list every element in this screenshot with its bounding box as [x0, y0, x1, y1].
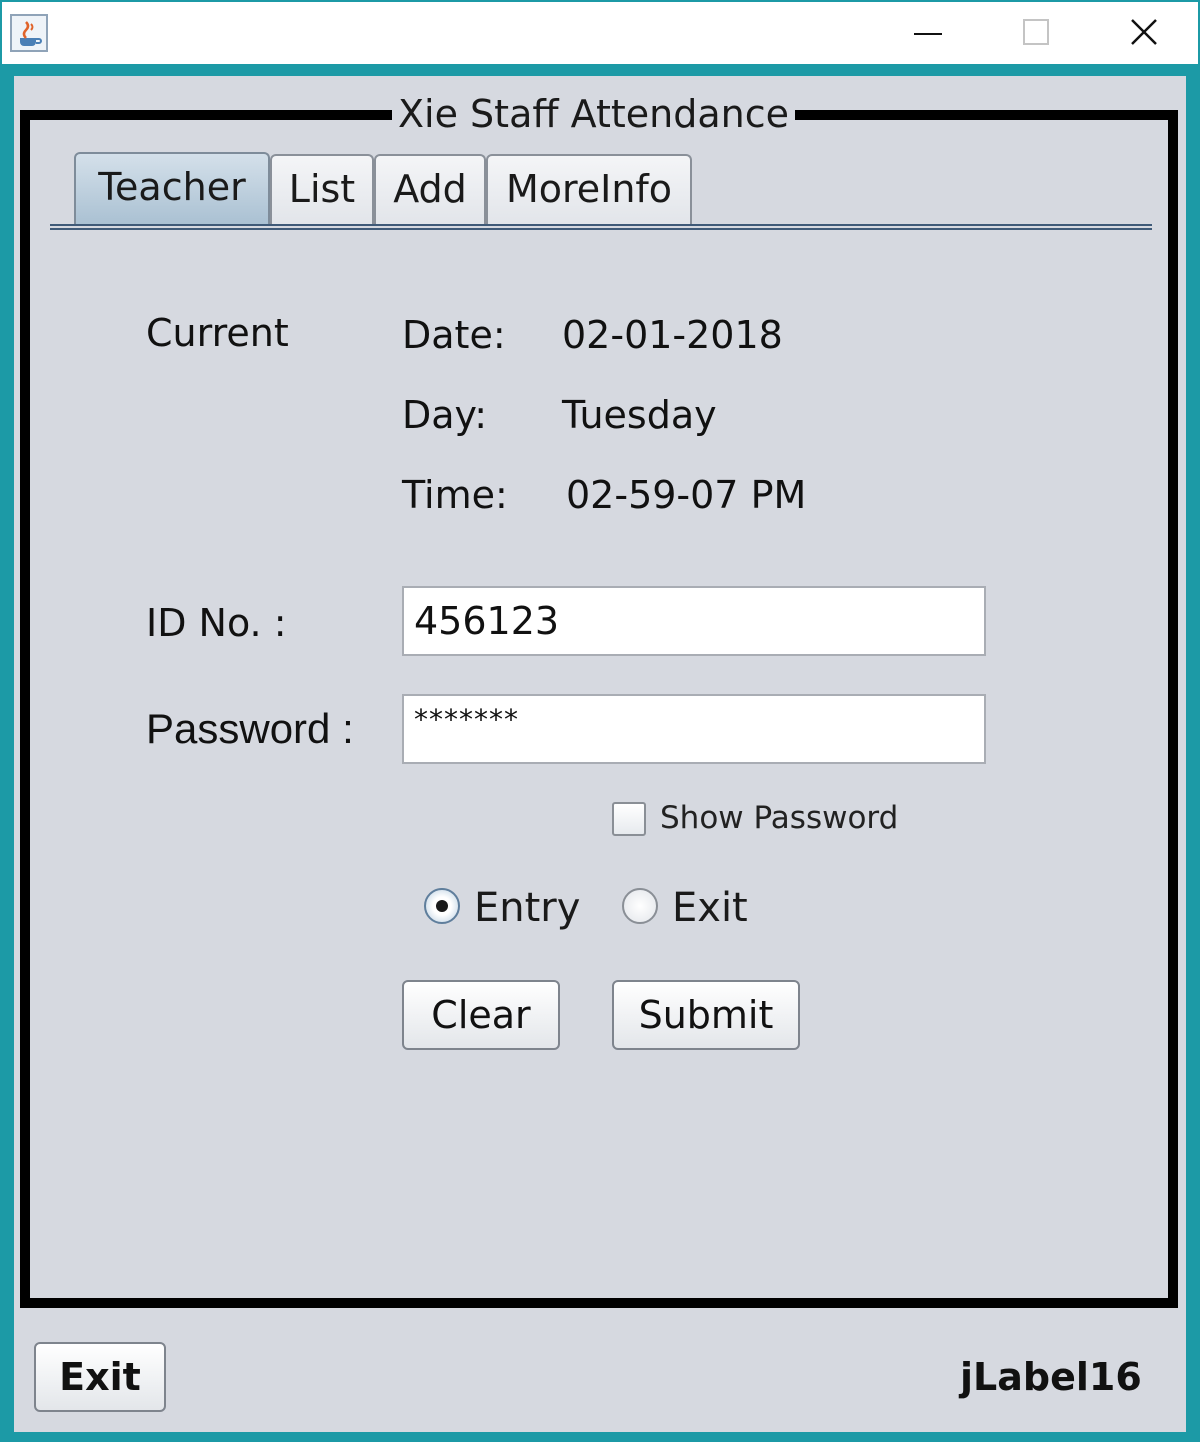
tab-add[interactable]: Add	[374, 154, 486, 224]
entry-radio-label[interactable]: Entry	[474, 884, 580, 932]
maximize-button[interactable]	[988, 2, 1084, 64]
minimize-button[interactable]	[880, 2, 976, 64]
exit-radio-label[interactable]: Exit	[672, 884, 748, 932]
clear-button[interactable]: Clear	[402, 980, 560, 1050]
minimize-icon	[914, 33, 942, 35]
show-password-checkbox[interactable]	[612, 802, 646, 836]
date-value: 02-01-2018	[562, 313, 783, 357]
day-label: Day:	[402, 393, 488, 437]
password-label: Password :	[146, 705, 354, 752]
submit-button[interactable]: Submit	[612, 980, 800, 1050]
group-title: Xie Staff Attendance	[392, 92, 795, 136]
show-password-label[interactable]: Show Password	[660, 798, 898, 838]
day-value: Tuesday	[562, 393, 717, 437]
tab-list[interactable]: List	[270, 154, 374, 224]
time-label: Time:	[402, 473, 508, 517]
exit-button[interactable]: Exit	[34, 1342, 166, 1412]
close-button[interactable]	[1096, 2, 1192, 64]
id-input[interactable]: 456123	[402, 586, 986, 656]
tab-divider	[50, 224, 1152, 230]
entry-radio[interactable]	[424, 888, 460, 924]
date-label: Date:	[402, 313, 506, 357]
time-value: 02-59-07 PM	[566, 473, 807, 517]
java-cup-icon[interactable]	[10, 14, 48, 52]
app-window: Xie Staff Attendance Teacher List Add Mo…	[0, 0, 1200, 1442]
tab-moreinfo[interactable]: MoreInfo	[486, 154, 692, 224]
close-icon	[1131, 19, 1157, 45]
current-label: Current	[146, 311, 289, 355]
id-label: ID No. :	[146, 601, 287, 645]
client-area: Xie Staff Attendance Teacher List Add Mo…	[14, 76, 1186, 1432]
radio-dot	[436, 900, 448, 912]
exit-radio[interactable]	[622, 888, 658, 924]
maximize-icon	[1023, 19, 1049, 45]
tab-teacher[interactable]: Teacher	[74, 152, 270, 226]
title-bar[interactable]	[2, 2, 1198, 64]
password-input[interactable]: *******	[402, 694, 986, 764]
status-label: jLabel16	[960, 1355, 1142, 1399]
